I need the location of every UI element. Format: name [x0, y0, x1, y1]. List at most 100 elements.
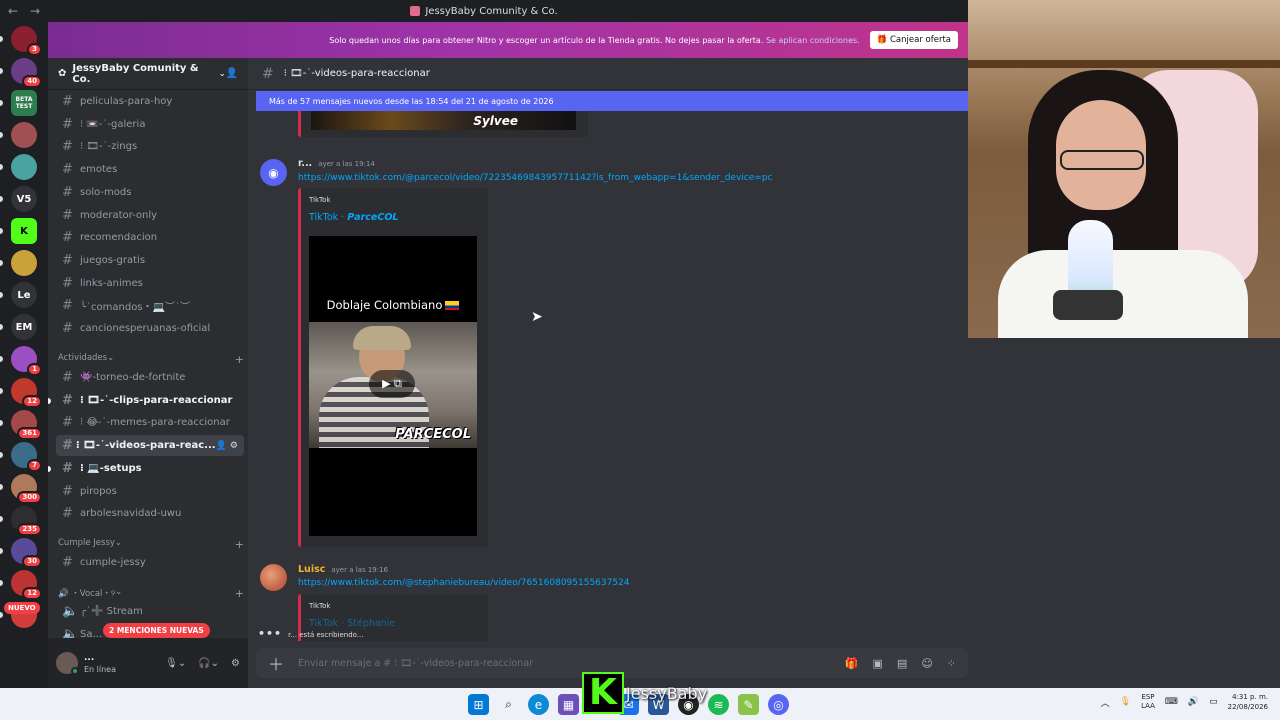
discord-taskbar-icon[interactable]: ◎: [768, 694, 789, 715]
channel-item[interactable]: # ⁝ 📼-˙-galeria: [56, 114, 244, 135]
server-label: V5: [16, 193, 32, 205]
channel-item[interactable]: 🔈 ╭˙➕ Stream: [56, 601, 244, 622]
server-icon[interactable]: BETA TEST: [11, 90, 37, 116]
edge-browser-icon[interactable]: e: [528, 694, 549, 715]
invite-people-icon[interactable]: 👤: [226, 68, 238, 79]
channel-category[interactable]: 🔊 ・Vocal・୨ ⌄ +: [58, 587, 244, 600]
channel-item[interactable]: # ⁝ 🎞-˙-clips-para-reaccionar: [56, 390, 244, 411]
gif-icon[interactable]: ▣: [873, 657, 883, 670]
hash-icon: #: [62, 321, 73, 336]
hash-icon: #: [62, 392, 73, 408]
channel-item[interactable]: # ⁝ 🎞-˙-videos-para-reac... 👤 ⚙: [56, 435, 244, 457]
add-attachment-icon[interactable]: ＋: [268, 651, 284, 675]
channel-item[interactable]: # piropos: [56, 481, 244, 502]
server-label: BETA TEST: [15, 96, 33, 110]
channel-item[interactable]: # cancionesperuanas-oficial: [56, 318, 244, 339]
message-link[interactable]: https://www.tiktok.com/@parcecol/video/7…: [298, 173, 773, 183]
server-icon[interactable]: EM: [11, 314, 37, 340]
server-icon[interactable]: 361: [11, 410, 42, 440]
gift-icon[interactable]: 🎁: [845, 657, 859, 670]
nitro-terms-link[interactable]: Se aplican condiciones.: [766, 36, 860, 45]
guild-header[interactable]: ✿ JessyBaby Comunity & Co. ⌄ 👤: [48, 58, 248, 90]
server-icon[interactable]: K: [11, 218, 37, 244]
channel-item[interactable]: # ╰˙comandos・💻︶˙︶: [56, 295, 244, 316]
channel-item[interactable]: # juegos-gratis: [56, 250, 244, 271]
server-icon[interactable]: [11, 250, 37, 276]
redeem-offer-button[interactable]: 🎁 Canjear oferta: [869, 31, 958, 49]
video-player[interactable]: Doblaje Colombiano ▶ ⧉ PARCECOL: [309, 236, 477, 536]
channel-category[interactable]: Cumple Jessy ⌄ +: [58, 538, 244, 551]
discord-avatar-icon[interactable]: ◉: [260, 159, 287, 186]
channel-item[interactable]: # 👾-torneo-de-fortnite: [56, 367, 244, 388]
message-author[interactable]: Luisc ayer a las 19:16: [298, 564, 388, 575]
channel-item[interactable]: # ⁝ 🎞-˙-zings: [56, 136, 244, 157]
server-icon[interactable]: 12: [11, 378, 42, 408]
network-icon[interactable]: ⌨: [1165, 697, 1178, 707]
microphone-icon[interactable]: 🎙⌄: [165, 658, 186, 669]
embed-title[interactable]: TikTok · 𝙋𝙖𝙧𝙘𝙚𝘾𝙊𝙇: [309, 212, 398, 223]
apps-icon[interactable]: ⁘: [947, 657, 956, 670]
server-icon[interactable]: [11, 154, 37, 180]
add-channel-icon[interactable]: +: [235, 587, 244, 600]
windows-start-icon[interactable]: ⊞: [468, 694, 489, 715]
play-icon[interactable]: ▶ ⧉: [369, 370, 415, 398]
spotify-icon[interactable]: ≋: [708, 694, 729, 715]
add-channel-icon[interactable]: +: [235, 538, 244, 551]
channel-category[interactable]: Actividades ⌄ +: [58, 353, 244, 366]
server-label: Le: [17, 289, 31, 301]
channel-item[interactable]: # emotes: [56, 159, 244, 180]
sticker-icon[interactable]: ▤: [897, 657, 907, 670]
server-icon[interactable]: 7: [11, 442, 42, 472]
server-icon[interactable]: Le: [11, 282, 37, 308]
server-icon[interactable]: [11, 122, 37, 148]
user-avatar-luisc[interactable]: [260, 564, 287, 591]
previous-embed-thumbnail[interactable]: Sylvee: [311, 111, 576, 130]
channel-name: links-animes: [80, 277, 143, 289]
user-info[interactable]: ... En línea: [84, 652, 116, 675]
message-link[interactable]: https://www.tiktok.com/@stephaniebureau/…: [298, 578, 630, 588]
channel-item[interactable]: # arbolesnavidad-uwu: [56, 503, 244, 524]
channel-item[interactable]: # links-animes: [56, 273, 244, 294]
channel-settings-icon[interactable]: 👤 ⚙: [216, 441, 238, 451]
channel-item[interactable]: # ⁝ 💻-setups: [56, 458, 244, 479]
server-icon[interactable]: 12: [11, 570, 42, 600]
channel-item[interactable]: # moderator-only: [56, 205, 244, 226]
server-icon[interactable]: V5: [11, 186, 37, 212]
channel-item[interactable]: # solo-mods: [56, 182, 244, 203]
server-icon[interactable]: 40: [11, 58, 42, 88]
unread-indicator: [48, 397, 51, 404]
back-arrow-icon[interactable]: ←: [8, 4, 22, 18]
battery-icon[interactable]: ▭: [1209, 697, 1218, 707]
channel-item[interactable]: # peliculas-para-hoy: [56, 91, 244, 112]
search-icon[interactable]: ⌕: [498, 694, 519, 715]
channel-item[interactable]: # cumple-jessy: [56, 552, 244, 573]
server-icon[interactable]: 300: [11, 474, 42, 504]
settings-gear-icon[interactable]: ⚙: [231, 658, 240, 669]
headphones-icon[interactable]: 🎧⌄: [198, 658, 219, 669]
input-language[interactable]: ESP LAA: [1141, 693, 1155, 711]
chevron-up-icon[interactable]: ︿: [1101, 696, 1110, 709]
previous-embed: Sylvee: [298, 111, 588, 137]
forward-arrow-icon[interactable]: →: [30, 4, 44, 18]
clock[interactable]: 4:31 p. m. 22/08/2026: [1228, 692, 1268, 712]
user-avatar[interactable]: [56, 652, 79, 675]
new-mentions-badge[interactable]: 2 MENCIONES NUEVAS: [103, 623, 210, 638]
server-icon[interactable]: 1: [11, 346, 42, 376]
server-icon[interactable]: 235: [11, 506, 42, 536]
unread-indicator: [48, 465, 51, 472]
channel-name: ⁝ 🎞-˙-clips-para-reaccionar: [80, 394, 233, 406]
message-author[interactable]: r... ayer a las 19:14: [298, 158, 375, 169]
channel-item[interactable]: # ⁝ 😂-˙-memes-para-reaccionar: [56, 412, 244, 433]
volume-icon[interactable]: 🔊: [1188, 697, 1199, 707]
add-channel-icon[interactable]: +: [235, 353, 244, 366]
microphone-tray-icon[interactable]: 🎙: [1120, 697, 1131, 707]
unread-pill: [0, 388, 3, 394]
new-messages-bar[interactable]: Más de 57 mensajes nuevos desde las 18:5…: [256, 91, 968, 111]
unread-pill: [0, 132, 3, 138]
server-icon[interactable]: 3: [11, 26, 42, 56]
emoji-icon[interactable]: ☺: [921, 657, 932, 670]
channel-item[interactable]: # recomendacion: [56, 227, 244, 248]
store-icon[interactable]: ▦: [558, 694, 579, 715]
notes-icon[interactable]: ✎: [738, 694, 759, 715]
server-icon[interactable]: 30: [11, 538, 42, 568]
